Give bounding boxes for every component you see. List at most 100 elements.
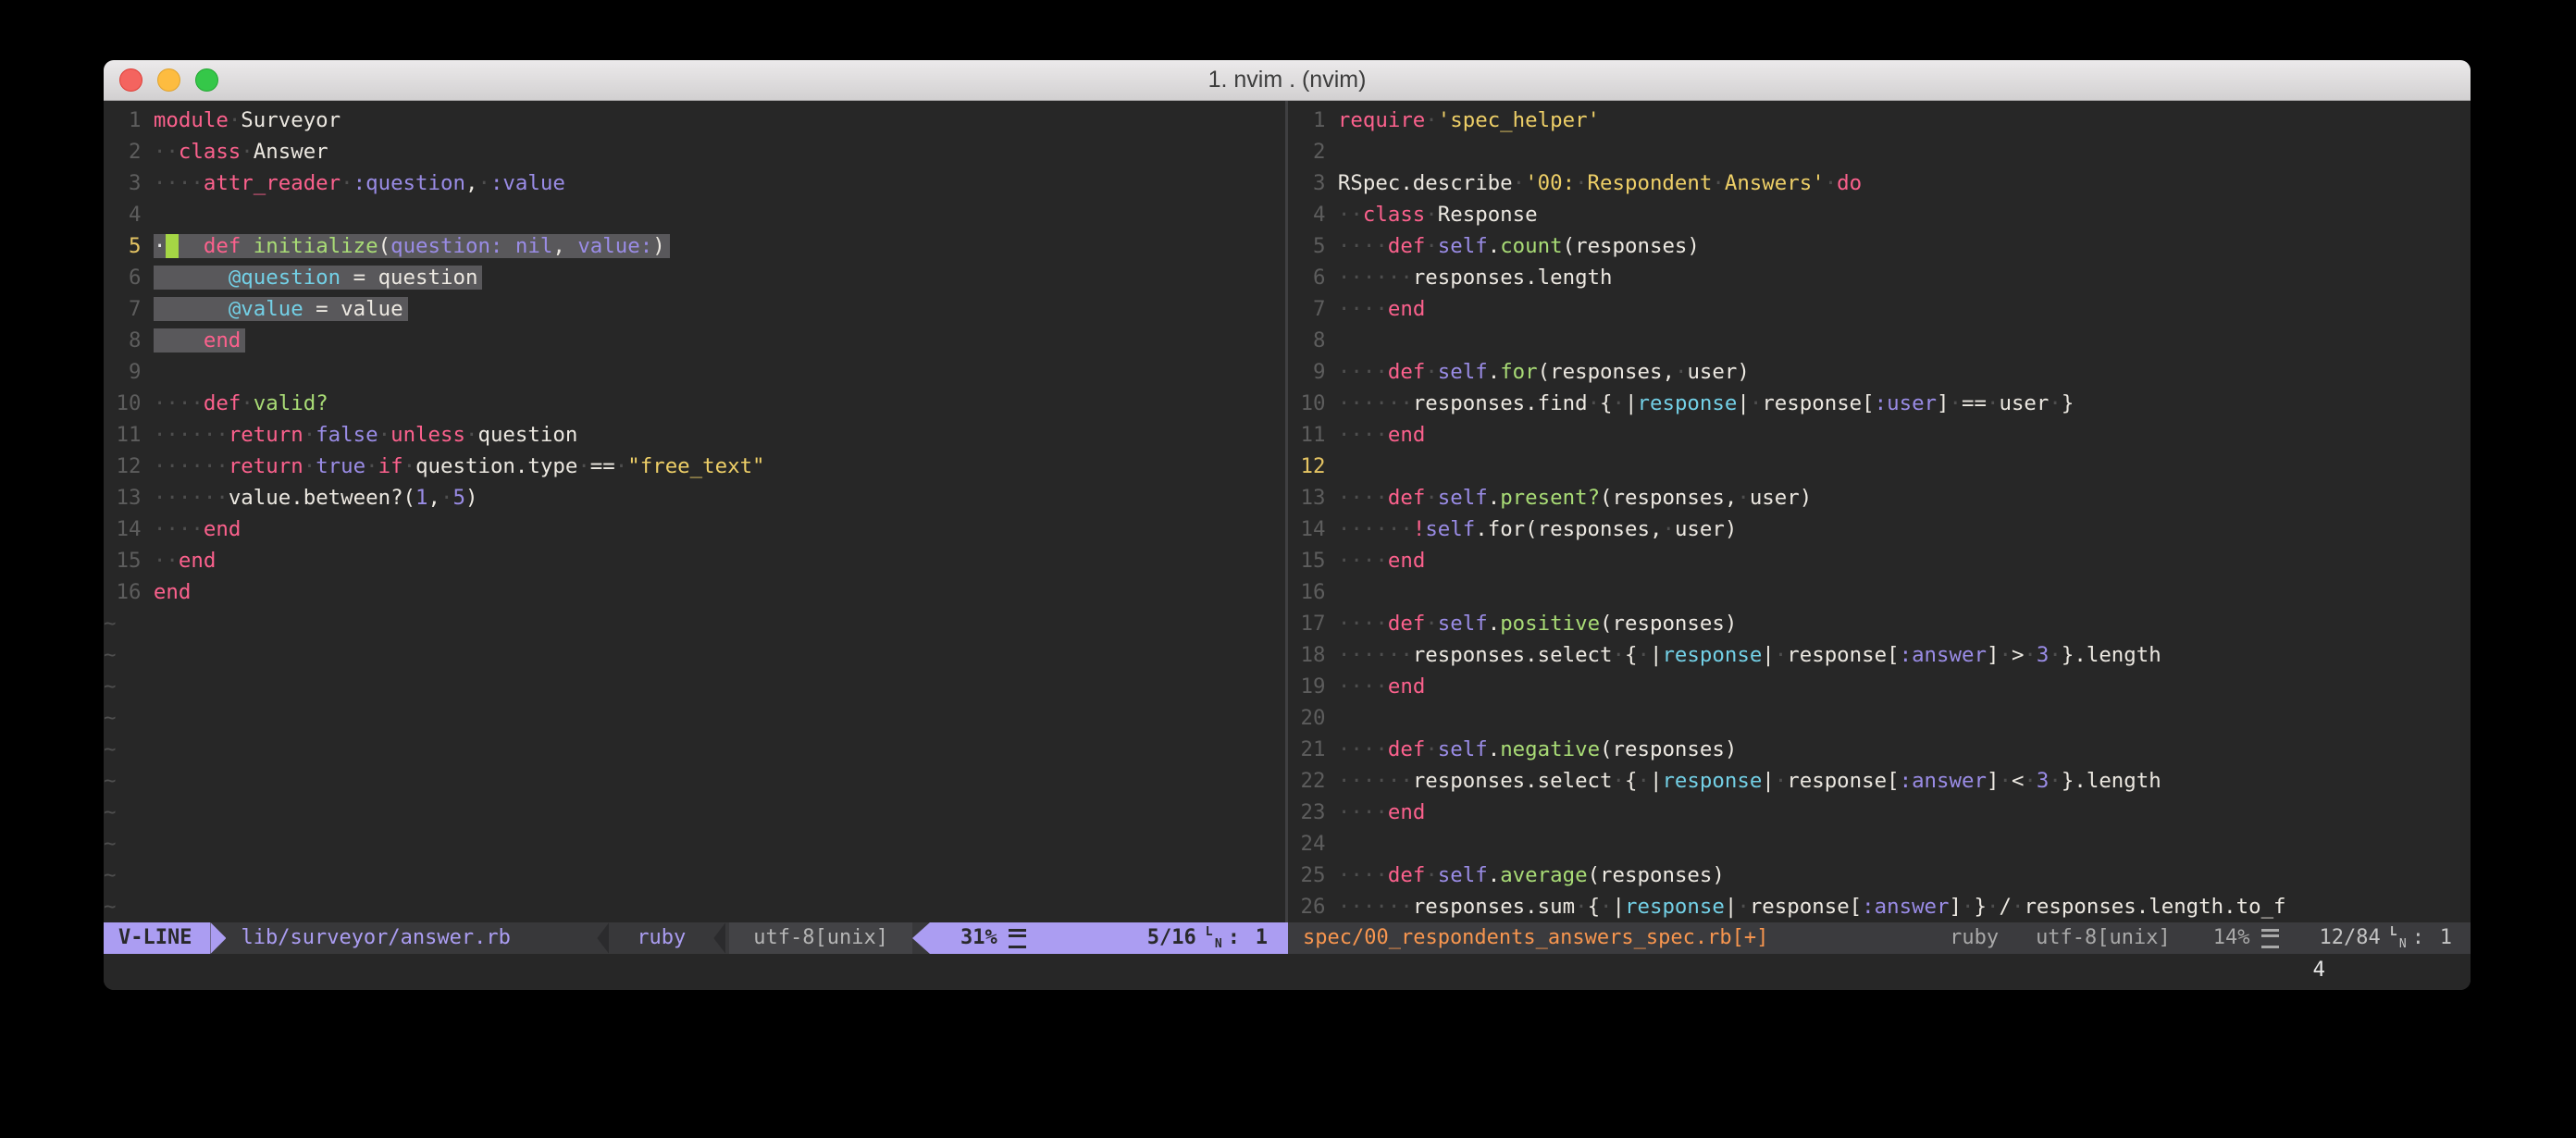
line-number: 20	[1288, 702, 1338, 734]
code-line[interactable]: 18 ······responses.select·{·|response|·r…	[1288, 639, 2471, 671]
code-text: ··class·Answer	[154, 140, 328, 164]
code-line[interactable]: 8	[1288, 325, 2471, 356]
code-line[interactable]: 10 ······responses.find·{·|response|·res…	[1288, 388, 2471, 419]
code-line[interactable]: 7 ····end	[1288, 293, 2471, 325]
code-line[interactable]: 9 ····def·self.for(responses,·user)	[1288, 356, 2471, 388]
mode-label: V-LINE	[118, 922, 192, 954]
line-number: 13	[104, 482, 154, 513]
line-number: 14	[104, 513, 154, 545]
code-line[interactable]: 5 ····def·self.count(responses)	[1288, 230, 2471, 262]
chevron-left-icon	[713, 922, 725, 954]
code-line[interactable]: 21 ····def·self.negative(responses)	[1288, 734, 2471, 765]
empty-line: ~	[104, 608, 1285, 639]
titlebar[interactable]: 1. nvim . (nvim)	[104, 60, 2471, 101]
command-line[interactable]: 4	[104, 954, 2471, 985]
lines-icon	[1009, 929, 1026, 948]
code-line[interactable]: 15 ····end	[1288, 545, 2471, 576]
code-line[interactable]: 7 @value = value	[104, 293, 1285, 325]
statusline-left: V-LINE lib/surveyor/answer.rb ruby utf-8…	[104, 922, 1288, 954]
code-text: ····end	[1338, 674, 1425, 699]
line-number: 1	[104, 105, 154, 136]
code-line[interactable]: 6 ······responses.length	[1288, 262, 2471, 293]
code-text: ····def·self.negative(responses)	[1338, 737, 1737, 761]
code-text: @value = value	[154, 297, 408, 321]
tilde-marker: ~	[104, 769, 116, 793]
code-text: · def initialize(question: nil, value:)	[154, 234, 670, 258]
tilde-marker: ~	[104, 800, 116, 824]
code-text: ····def·self.present?(responses,·user)	[1338, 486, 1812, 510]
code-line[interactable]: 13 ····def·self.present?(responses,·user…	[1288, 482, 2471, 513]
code-line[interactable]: 6 @question = question	[104, 262, 1285, 293]
code-line[interactable]: 12	[1288, 451, 2471, 482]
column-number: 1	[2424, 922, 2452, 954]
code-line[interactable]: 3 ····attr_reader·:question,·:value	[104, 167, 1285, 199]
code-text: ··class·Response	[1338, 203, 1538, 227]
line-number: 3	[104, 167, 154, 199]
code-line[interactable]: 5 · def initialize(question: nil, value:…	[104, 230, 1285, 262]
code-line[interactable]: 16	[1288, 576, 2471, 608]
line-number: 17	[1288, 608, 1338, 639]
line-number: 4	[104, 199, 154, 230]
code-line[interactable]: 25 ····def·self.average(responses)	[1288, 860, 2471, 891]
chevron-left-icon	[597, 922, 609, 954]
tilde-marker: ~	[104, 832, 116, 856]
code-line[interactable]: 4 ··class·Response	[1288, 199, 2471, 230]
code-line[interactable]: 2	[1288, 136, 2471, 167]
code-line[interactable]: 3 RSpec.describe·'00:·Respondent·Answers…	[1288, 167, 2471, 199]
line-of-total: 12/84	[2320, 922, 2381, 954]
close-button-icon[interactable]	[119, 68, 142, 92]
code-line[interactable]: 19 ····end	[1288, 671, 2471, 702]
code-line[interactable]: 22 ······responses.select·{·|response|·r…	[1288, 765, 2471, 797]
line-number: 10	[104, 388, 154, 419]
line-number: 21	[1288, 734, 1338, 765]
line-number: 24	[1288, 828, 1338, 860]
code-line[interactable]: 16 end	[104, 576, 1285, 608]
powerline-arrow-icon	[210, 922, 226, 954]
code-text: ······!self.for(responses,·user)	[1338, 517, 1737, 541]
code-line[interactable]: 15 ··end	[104, 545, 1285, 576]
editor-pane-right[interactable]: 1 require·'spec_helper' 2 3 RSpec.descri…	[1288, 101, 2471, 922]
code-line[interactable]: 23 ····end	[1288, 797, 2471, 828]
empty-line: ~	[104, 671, 1285, 702]
code-line[interactable]: 14 ····end	[104, 513, 1285, 545]
tilde-marker: ~	[104, 895, 116, 919]
code-line[interactable]: 26 ······responses.sum·{·|response|·resp…	[1288, 891, 2471, 922]
code-line[interactable]: 13 ······value.between?(1,·5)	[104, 482, 1285, 513]
minimize-button-icon[interactable]	[157, 68, 180, 92]
code-line[interactable]: 24	[1288, 828, 2471, 860]
filetype-left: ruby	[613, 922, 710, 954]
code-line[interactable]: 14 ······!self.for(responses,·user)	[1288, 513, 2471, 545]
line-number: 16	[1288, 576, 1338, 608]
code-line[interactable]: 4	[104, 199, 1285, 230]
code-line[interactable]: 1 require·'spec_helper'	[1288, 105, 2471, 136]
line-number: 14	[1288, 513, 1338, 545]
zoom-button-icon[interactable]	[195, 68, 218, 92]
code-line[interactable]: 11 ····end	[1288, 419, 2471, 451]
code-line[interactable]: 17 ····def·self.positive(responses)	[1288, 608, 2471, 639]
editor-pane-left[interactable]: 1 module·Surveyor 2 ··class·Answer 3 ···…	[104, 101, 1285, 922]
code-text: RSpec.describe·'00:·Respondent·Answers'·…	[1338, 171, 1862, 195]
line-number: 12	[104, 451, 154, 482]
code-line[interactable]: 1 module·Surveyor	[104, 105, 1285, 136]
code-line[interactable]: 8 end	[104, 325, 1285, 356]
code-text: end	[154, 328, 245, 353]
empty-line: ~	[104, 765, 1285, 797]
code-line[interactable]: 2 ··class·Answer	[104, 136, 1285, 167]
code-line[interactable]: 12 ······return·true·if·question.type·==…	[104, 451, 1285, 482]
code-text: ····end	[1338, 423, 1425, 447]
code-line[interactable]: 20	[1288, 702, 2471, 734]
code-text: ······return·true·if·question.type·==·"f…	[154, 454, 765, 478]
code-line[interactable]: 11 ······return·false·unless·question	[104, 419, 1285, 451]
code-line[interactable]: 10 ····def·valid?	[104, 388, 1285, 419]
code-text: end	[154, 580, 191, 604]
code-text: ····end	[1338, 800, 1425, 824]
code-text: ····def·self.for(responses,·user)	[1338, 360, 1750, 384]
line-number: 22	[1288, 765, 1338, 797]
filename-left: lib/surveyor/answer.rb	[226, 922, 510, 954]
tilde-marker: ~	[104, 612, 116, 636]
line-number: 19	[1288, 671, 1338, 702]
empty-line: ~	[104, 639, 1285, 671]
code-text: ······return·false·unless·question	[154, 423, 577, 447]
code-line[interactable]: 9	[104, 356, 1285, 388]
window-title: 1. nvim . (nvim)	[1208, 67, 1367, 93]
